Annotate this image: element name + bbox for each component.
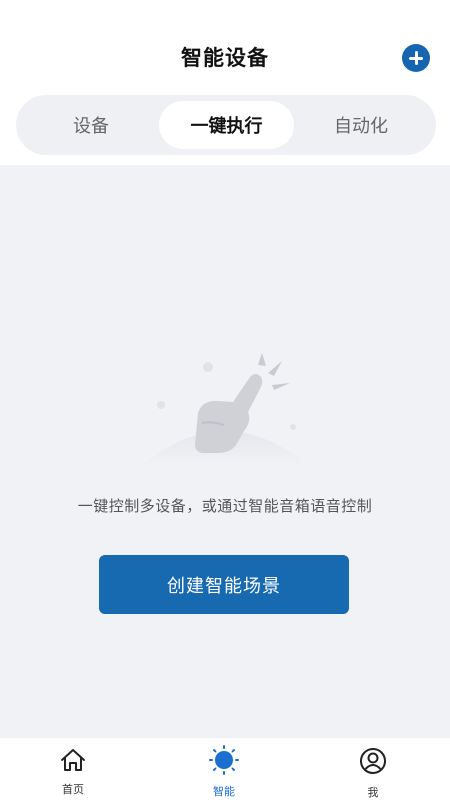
app-root: 智能设备 设备 一键执行 自动化 一键控制多设备，或通过智能音箱语音控制 创建智…	[0, 0, 450, 800]
bottom-nav: 首页 智能 我	[0, 738, 450, 800]
nav-home-label: 首页	[62, 783, 84, 796]
empty-state-message: 一键控制多设备，或通过智能音箱语音控制	[77, 497, 373, 515]
tab-bar: 设备 一键执行 自动化	[16, 95, 436, 155]
add-icon[interactable]	[402, 44, 430, 72]
user-icon	[360, 748, 386, 774]
home-icon	[61, 749, 85, 771]
tab-devices[interactable]: 设备	[24, 101, 158, 149]
tap-hand-illustration	[140, 353, 310, 467]
nav-me[interactable]: 我	[333, 738, 413, 800]
nav-me-label: 我	[367, 786, 379, 799]
header: 智能设备 设备 一键执行 自动化	[0, 0, 450, 165]
nav-smart-label: 智能	[213, 785, 235, 798]
create-scene-button[interactable]: 创建智能场景	[99, 555, 349, 614]
tab-one-click[interactable]: 一键执行	[159, 101, 294, 149]
page-title: 智能设备	[181, 46, 269, 70]
tab-automation[interactable]: 自动化	[294, 101, 428, 149]
nav-smart[interactable]: 智能	[184, 738, 264, 800]
sun-icon	[209, 745, 239, 775]
nav-home[interactable]: 首页	[33, 738, 113, 800]
